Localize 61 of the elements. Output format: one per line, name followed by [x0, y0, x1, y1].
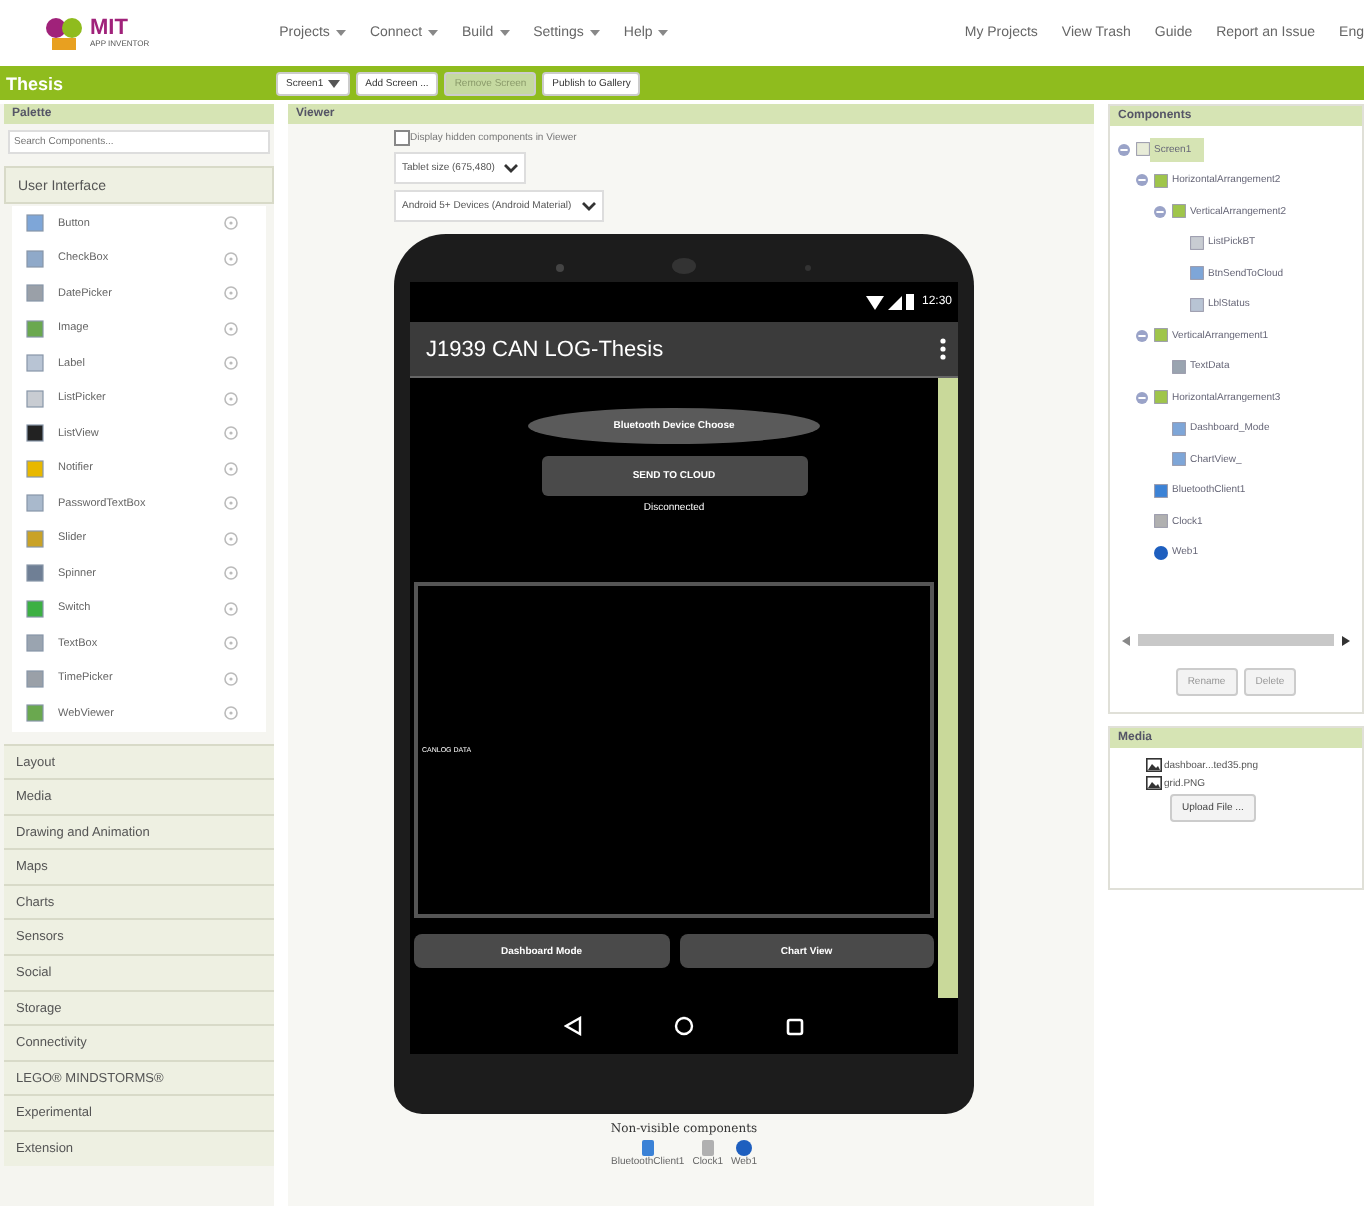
component-icon [1190, 235, 1204, 250]
caret-icon [335, 30, 346, 36]
component-icon [1136, 142, 1150, 157]
help-icon[interactable] [224, 461, 238, 476]
home-icon[interactable] [674, 1016, 694, 1036]
collapse-toggle-icon[interactable] [1154, 205, 1166, 218]
logo-title: MIT [90, 18, 130, 40]
scroll-left-icon[interactable] [1122, 635, 1130, 645]
help-icon[interactable] [224, 636, 238, 651]
component-icon [1172, 204, 1186, 219]
component-icon [1172, 452, 1186, 467]
caret-icon [428, 30, 439, 36]
help-icon[interactable] [224, 356, 238, 371]
back-icon[interactable] [564, 1016, 582, 1036]
component-icon [639, 1140, 656, 1156]
help-icon[interactable] [224, 426, 238, 441]
battery-icon [905, 294, 914, 310]
help-icon[interactable] [224, 391, 238, 406]
collapse-toggle-icon[interactable] [1136, 391, 1148, 404]
signal-icon [887, 295, 902, 309]
component-icon [1154, 390, 1168, 405]
component-icon [1172, 359, 1186, 374]
recents-icon[interactable] [786, 1017, 804, 1035]
collapse-toggle-icon[interactable] [1136, 174, 1148, 187]
help-icon[interactable] [224, 566, 238, 581]
collapse-toggle-icon[interactable] [1118, 143, 1130, 156]
component-icon [699, 1140, 716, 1156]
image-file-icon [1146, 776, 1162, 790]
help-icon[interactable] [224, 531, 238, 546]
project-title: Thesis [4, 73, 66, 93]
image-file-icon [1146, 758, 1162, 772]
component-icon [735, 1140, 752, 1156]
help-icon[interactable] [224, 286, 238, 301]
component-icon [1154, 483, 1168, 498]
help-icon[interactable] [224, 671, 238, 686]
component-icon [1154, 173, 1168, 188]
help-icon[interactable] [224, 251, 238, 266]
chevron-icon [581, 201, 596, 211]
help-icon[interactable] [224, 321, 238, 336]
component-icon [1190, 297, 1204, 312]
component-icon [1154, 328, 1168, 343]
component-icon [1154, 545, 1168, 560]
logo-icon [44, 15, 84, 51]
caret-icon [589, 30, 600, 36]
help-icon[interactable] [224, 496, 238, 511]
component-icon [1172, 421, 1186, 436]
caret-icon [658, 30, 669, 36]
help-icon[interactable] [224, 216, 238, 231]
wifi-icon [865, 295, 884, 309]
app-title: J1939 CAN LOG-Thesis [426, 337, 664, 361]
help-icon[interactable] [224, 706, 238, 721]
caret-icon [499, 30, 510, 36]
component-icon [1190, 266, 1204, 281]
chevron-icon [504, 163, 519, 173]
checkbox[interactable] [394, 130, 410, 146]
collapse-toggle-icon[interactable] [1136, 329, 1148, 342]
overflow-menu-icon[interactable] [940, 338, 946, 360]
help-icon[interactable] [224, 601, 238, 616]
component-icon [1154, 514, 1168, 529]
scrollbar-thumb[interactable] [1138, 634, 1334, 646]
scroll-right-icon[interactable] [1342, 635, 1350, 645]
